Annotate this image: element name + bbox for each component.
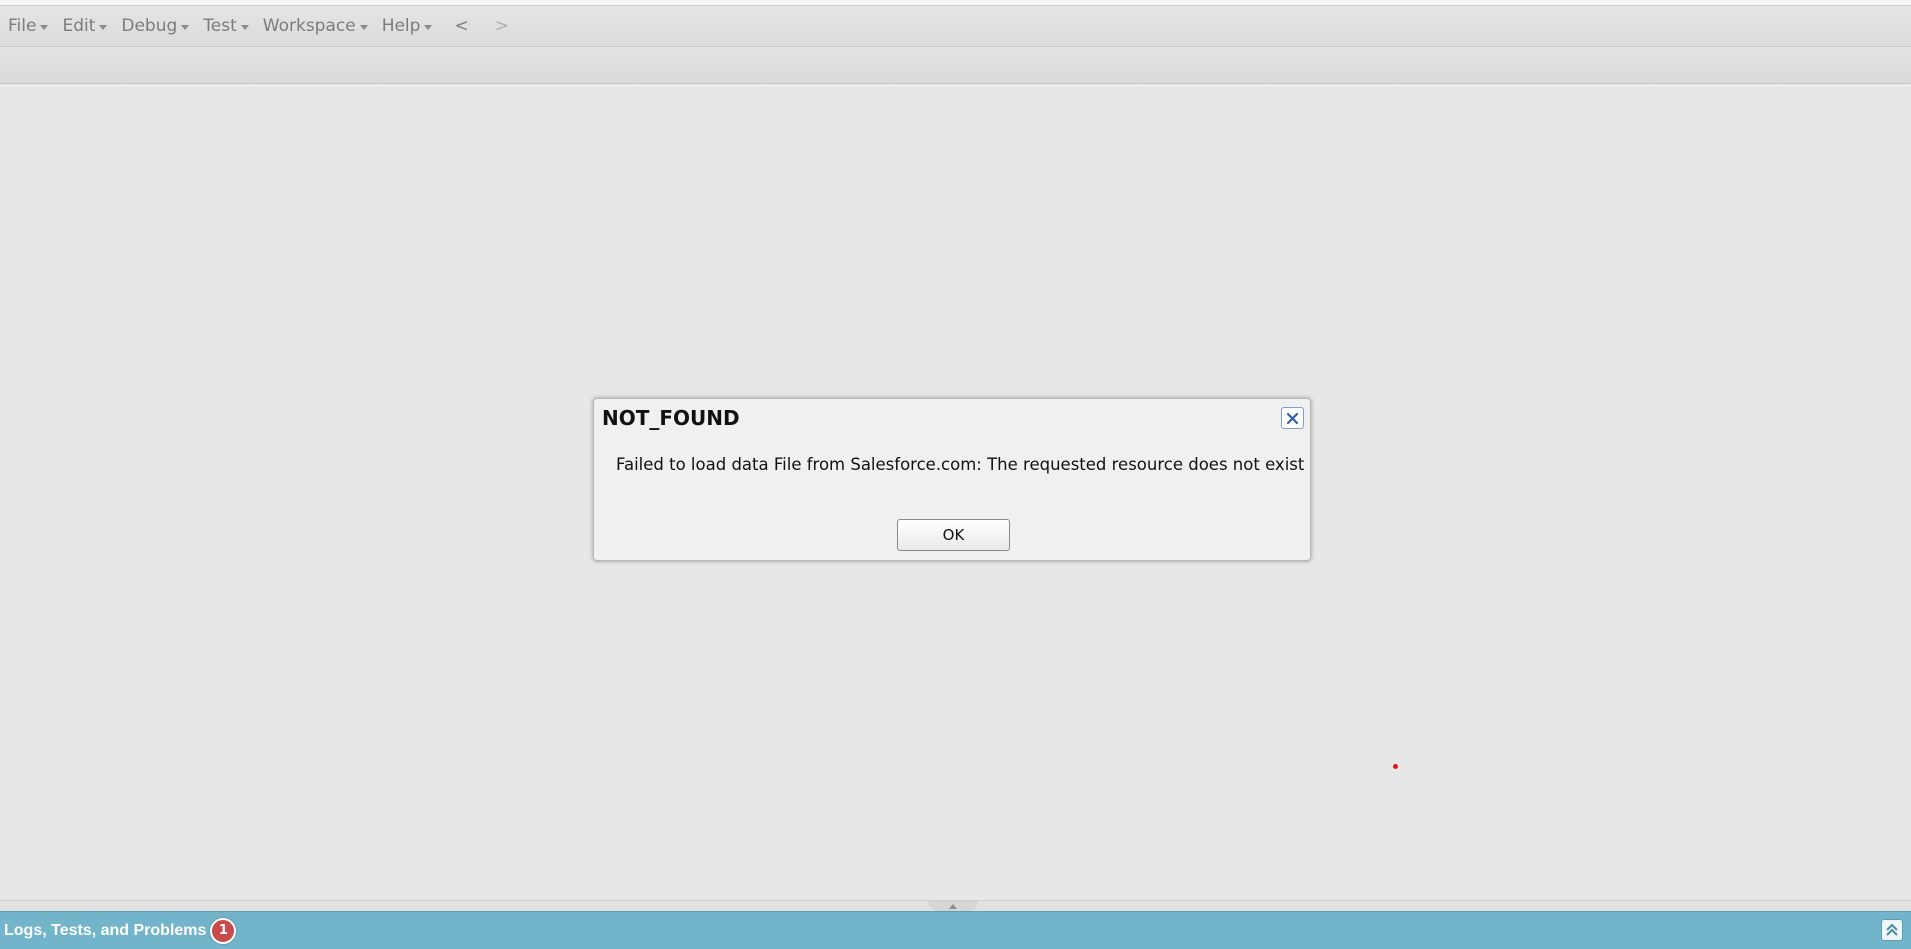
- panel-splitter[interactable]: [0, 900, 1911, 911]
- dialog-close-button[interactable]: [1281, 407, 1304, 429]
- ok-button[interactable]: OK: [897, 519, 1010, 551]
- nav-back-button[interactable]: <: [441, 6, 481, 46]
- dialog-message: Failed to load data File from Salesforce…: [616, 455, 1305, 474]
- menu-test-label: Test: [203, 16, 237, 36]
- double-chevron-up-icon: [1886, 923, 1898, 936]
- menu-workspace[interactable]: Workspace: [258, 6, 377, 46]
- logs-panel-header[interactable]: Logs, Tests, and Problems 1: [0, 911, 1911, 949]
- menu-edit-label: Edit: [62, 16, 96, 36]
- pointer-indicator: [1393, 764, 1398, 769]
- logs-panel-title: Logs, Tests, and Problems: [4, 921, 207, 939]
- menu-workspace-label: Workspace: [262, 16, 356, 36]
- caret-down-icon: [240, 24, 249, 30]
- caret-down-icon: [99, 24, 108, 30]
- splitter-handle[interactable]: [928, 901, 978, 911]
- caret-down-icon: [359, 24, 368, 30]
- developer-console-window: File Edit Debug Test Workspace Help < >: [0, 0, 1911, 949]
- menu-bar: File Edit Debug Test Workspace Help < >: [0, 6, 1911, 47]
- menu-edit[interactable]: Edit: [57, 6, 116, 46]
- caret-down-icon: [181, 24, 190, 30]
- arrow-up-icon: [949, 903, 957, 909]
- close-icon: [1286, 412, 1299, 424]
- expand-panel-button[interactable]: [1881, 919, 1903, 941]
- caret-down-icon: [424, 24, 433, 30]
- error-dialog: NOT_FOUND Failed to load data File from …: [593, 398, 1311, 561]
- menu-debug-label: Debug: [121, 16, 178, 36]
- menu-test[interactable]: Test: [198, 6, 257, 46]
- editor-tab-bar: [0, 48, 1911, 84]
- problems-count-badge: 1: [210, 917, 237, 944]
- menu-file[interactable]: File: [3, 6, 57, 46]
- menu-help[interactable]: Help: [377, 6, 442, 46]
- menu-file-label: File: [8, 16, 37, 36]
- menu-help-label: Help: [381, 16, 421, 36]
- dialog-title: NOT_FOUND: [602, 406, 740, 430]
- caret-down-icon: [40, 24, 49, 30]
- nav-forward-button[interactable]: >: [482, 6, 522, 46]
- menu-debug[interactable]: Debug: [116, 6, 198, 46]
